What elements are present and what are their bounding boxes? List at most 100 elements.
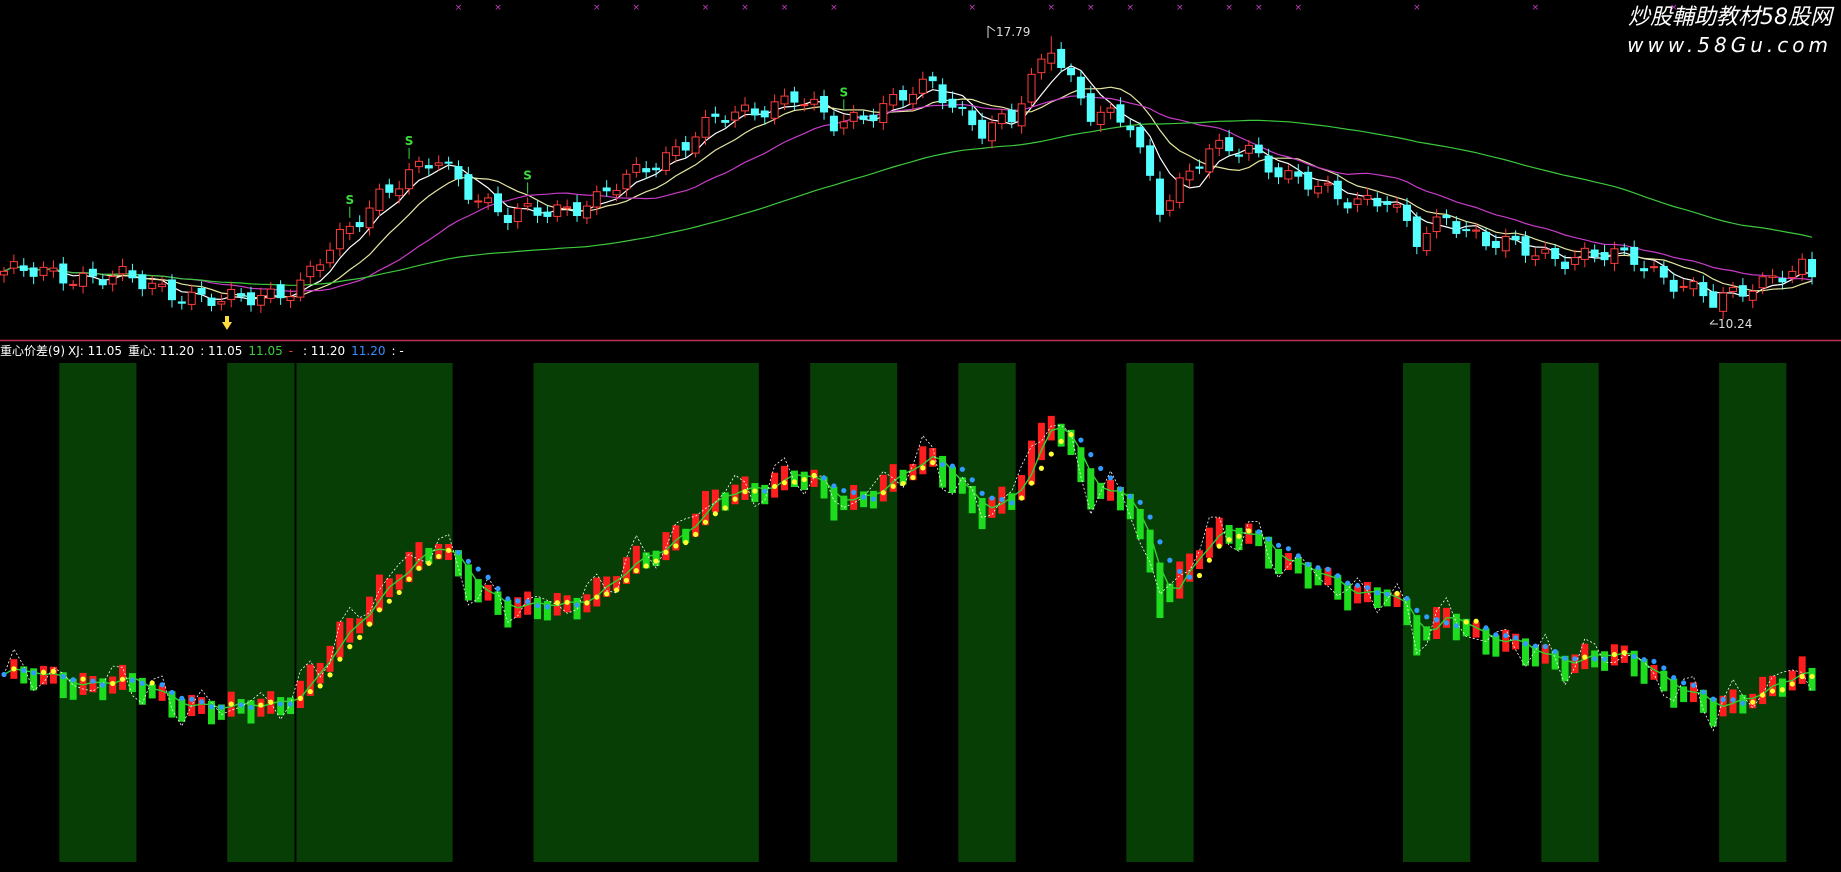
gravity-dot [811,472,817,479]
gravity-dot [1769,688,1776,694]
gravity-dot [1760,692,1766,698]
indicator-bar [464,564,472,601]
gravity-dot [139,680,145,686]
gravity-dot [1552,649,1558,655]
signal-marker: S [839,85,848,99]
gravity-dot [712,511,718,517]
gravity-dot [1404,595,1410,602]
gravity-dot [1315,565,1321,571]
indicator-bar [1205,527,1213,558]
top-marker: × [1295,3,1303,13]
gravity-dot [1058,438,1064,444]
indicator-bar [1215,517,1223,546]
gravity-dot [742,489,748,495]
gravity-dot [31,670,37,676]
gravity-dot [169,689,175,696]
green-zone [59,363,137,862]
watermark-title: 炒股輔助教材58股网 [1628,5,1835,30]
gravity-dot [1078,437,1084,443]
gravity-dot [1789,681,1795,687]
gravity-dot [149,680,155,686]
low-marker: 10.24 [1718,317,1752,331]
gravity-dot [485,574,491,580]
gravity-dot [110,680,116,687]
gravity-dot [1532,643,1538,649]
top-marker: × [781,3,789,13]
gravity-dot [1275,542,1282,548]
gravity-dot [307,688,313,695]
gravity-dot [860,494,867,500]
gravity-dot [119,676,126,682]
gravity-dot [327,672,333,678]
gravity-dot [1048,451,1054,457]
indicator-bar [1176,561,1184,599]
gravity-dot [1572,656,1578,662]
gravity-dot [21,667,27,673]
green-zone [533,363,759,862]
gravity-dot [238,702,244,708]
gravity-dot [1236,533,1242,539]
gravity-dot [1137,499,1143,505]
gravity-dot [594,594,600,600]
gravity-dot [426,560,432,566]
indicator-bar [99,678,107,701]
gravity-dot [1809,673,1815,680]
gravity-dot [791,479,798,485]
gravity-dot [821,475,827,481]
gravity-dot [683,539,689,546]
gravity-dot [297,695,303,702]
green-zone [227,363,295,862]
top-marker: × [830,3,838,13]
gravity-dot [1305,561,1311,567]
indicator-bar [1294,557,1302,574]
gravity-dot [841,487,847,494]
gravity-dot [347,644,353,650]
indicator-bar [1798,656,1806,684]
gravity-dot [959,466,965,472]
gravity-dot [544,604,551,610]
green-zone [1541,363,1599,862]
top-marker: × [494,3,502,13]
gravity-dot [1522,641,1529,647]
gravity-dot [1621,650,1627,656]
gravity-dot [1167,557,1173,563]
gravity-dot [1256,529,1262,535]
green-zone [958,363,1016,862]
gravity-dot [1483,625,1489,631]
gravity-dot [189,696,195,702]
gravity-dot [159,682,165,688]
gravity-dot [1582,654,1588,660]
gravity-dot [366,621,373,627]
gravity-dot [50,668,57,675]
gravity-dot [989,495,995,501]
gravity-dot [969,477,975,483]
indicator-bar [158,685,166,701]
gravity-dot [268,699,274,705]
gravity-dot [1117,486,1124,492]
gravity-dot [613,587,620,593]
gravity-dot [179,695,185,701]
gravity-dot [465,558,471,564]
gravity-dot [1700,689,1706,695]
top-marker: × [702,3,710,13]
top-marker: × [1176,3,1184,13]
indicator-bar [958,477,966,494]
gravity-dot [851,489,857,495]
top-marker: × [1225,3,1233,13]
top-marker: × [1127,3,1135,13]
gravity-dot [1562,655,1568,661]
gravity-dot [1414,607,1420,613]
gravity-dot [910,474,916,481]
gravity-dot [1127,493,1133,499]
indicator-bar [1354,585,1362,604]
gravity-dot [1187,574,1193,580]
gravity-dot [1038,465,1044,471]
gravity-dot [1463,619,1469,625]
gravity-dot [60,673,66,680]
gravity-dot [1690,682,1697,688]
gravity-dot [40,669,47,675]
gravity-dot [1542,643,1548,650]
gravity-dot [1364,584,1371,591]
top-marker: × [593,3,601,13]
gravity-dot [1453,623,1459,629]
